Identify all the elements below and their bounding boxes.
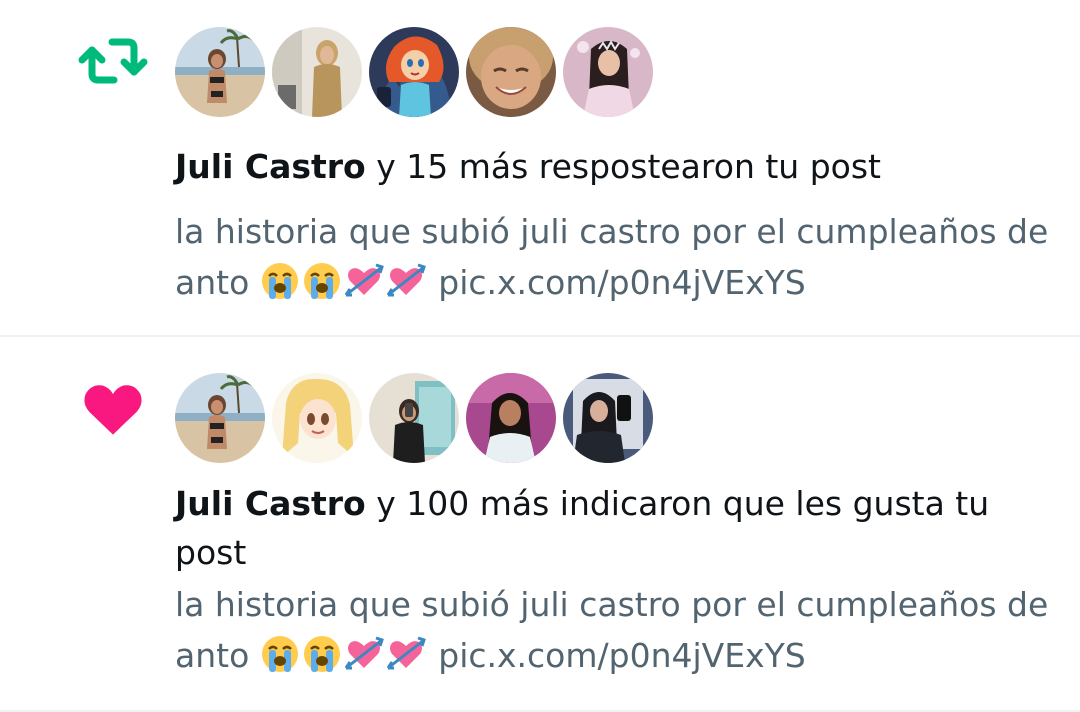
- heart-with-arrow-icon: [386, 634, 426, 674]
- avatar-cartoon-fairy[interactable]: [369, 27, 459, 117]
- actor-name[interactable]: Juli Castro: [175, 147, 366, 186]
- loudly-crying-face-icon: [260, 634, 300, 674]
- avatar-mirror-selfie[interactable]: [369, 373, 459, 463]
- avatar-blonde-woman[interactable]: [272, 27, 362, 117]
- post-snippet: la historia que subió juli castro por el…: [175, 579, 1055, 681]
- notification-headline: Juli Castro y 15 más respostearon tu pos…: [175, 142, 1035, 191]
- notifications-feed: Juli Castro y 15 más respostearon tu pos…: [0, 0, 1080, 712]
- avatar-beach[interactable]: [175, 373, 265, 463]
- heart-with-arrow-icon: [344, 261, 384, 301]
- heart-with-arrow-icon: [386, 261, 426, 301]
- avatar-beach[interactable]: [175, 27, 265, 117]
- loudly-crying-face-icon: [302, 634, 342, 674]
- loudly-crying-face-icon: [260, 261, 300, 301]
- avatar-row: [175, 373, 653, 463]
- avatar-row: [175, 27, 653, 117]
- loudly-crying-face-icon: [302, 261, 342, 301]
- post-snippet: la historia que subió juli castro por el…: [175, 206, 1055, 308]
- action-text: y 15 más respostearon tu post: [365, 147, 881, 186]
- heart-icon: [80, 378, 150, 448]
- post-link[interactable]: pic.x.com/p0n4jVExYS: [438, 263, 805, 302]
- avatar-phone-selfie[interactable]: [563, 373, 653, 463]
- avatar-smiling-woman[interactable]: [466, 27, 556, 117]
- notification-like[interactable]: Juli Castro y 100 más indicaron que les …: [0, 339, 1080, 712]
- heart-with-arrow-icon: [344, 634, 384, 674]
- actor-name[interactable]: Juli Castro: [175, 484, 366, 523]
- post-link[interactable]: pic.x.com/p0n4jVExYS: [438, 636, 805, 675]
- repost-icon: [78, 26, 148, 96]
- notification-headline: Juli Castro y 100 más indicaron que les …: [175, 479, 1035, 577]
- notification-repost[interactable]: Juli Castro y 15 más respostearon tu pos…: [0, 0, 1080, 337]
- avatar-dark-hair-woman[interactable]: [466, 373, 556, 463]
- avatar-woman-tiara[interactable]: [563, 27, 653, 117]
- avatar-anime-girl[interactable]: [272, 373, 362, 463]
